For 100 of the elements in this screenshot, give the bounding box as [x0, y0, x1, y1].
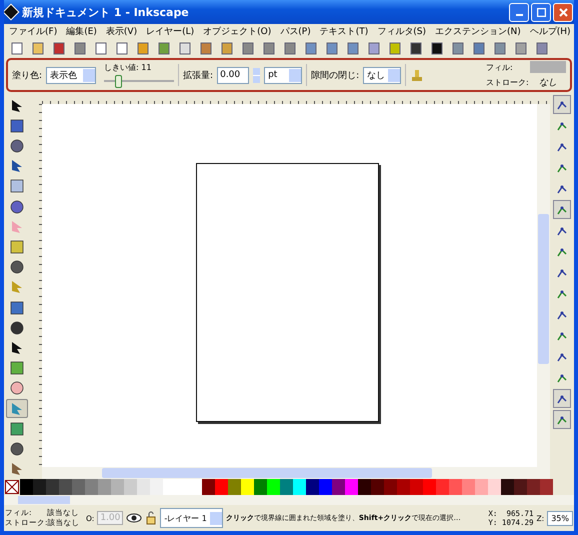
gaps-select[interactable]: なし	[363, 66, 402, 84]
menu-item[interactable]: フィルタ(S)	[377, 25, 426, 38]
snap-button[interactable]	[553, 95, 571, 114]
node-icon	[556, 162, 568, 174]
node-icon	[556, 98, 568, 110]
gaps-label: 隙間の閉じ:	[311, 70, 360, 82]
menu-item[interactable]: レイヤー(L)	[146, 25, 194, 38]
color-swatch[interactable]	[371, 479, 384, 495]
circle-icon	[9, 198, 25, 215]
color-swatch[interactable]	[449, 479, 462, 495]
unit-select[interactable]: pt	[264, 66, 302, 84]
color-swatch[interactable]	[358, 479, 371, 495]
node-icon	[556, 372, 568, 384]
color-swatch[interactable]	[267, 479, 280, 495]
color-swatch[interactable]	[124, 479, 137, 495]
color-swatch[interactable]	[241, 479, 254, 495]
lock-icon[interactable]	[145, 511, 158, 525]
color-swatch[interactable]	[345, 479, 358, 495]
color-swatch[interactable]	[20, 479, 33, 495]
eye-icon[interactable]	[126, 512, 142, 524]
window-title: 新規ドキュメント 1 - Inkscape	[22, 4, 190, 20]
minimize-button[interactable]	[509, 2, 529, 22]
palette-scrollbar[interactable]	[4, 495, 574, 505]
snap-button[interactable]	[553, 389, 571, 408]
no-color-swatch[interactable]	[4, 479, 20, 495]
square-icon	[9, 360, 25, 376]
snap-button[interactable]	[553, 410, 571, 429]
style-stroke-label: ストローク:	[486, 77, 530, 88]
color-swatch[interactable]	[306, 479, 319, 495]
color-swatch[interactable]	[423, 479, 436, 495]
color-swatch[interactable]	[332, 479, 345, 495]
color-swatch[interactable]	[280, 479, 293, 495]
menu-item[interactable]: パス(P)	[280, 25, 311, 38]
menu-item[interactable]: ヘルプ(H)	[530, 25, 571, 38]
maximize-icon	[536, 8, 546, 16]
color-swatch[interactable]	[397, 479, 410, 495]
color-swatch[interactable]	[202, 479, 215, 495]
color-swatch[interactable]	[150, 479, 163, 495]
node-icon	[556, 308, 568, 320]
color-swatch[interactable]	[410, 479, 423, 495]
menu-item[interactable]: テキスト(T)	[320, 25, 368, 38]
circle-icon	[9, 380, 25, 396]
slider-thumb[interactable]	[114, 75, 122, 88]
node-icon	[556, 392, 568, 404]
node-icon	[556, 266, 568, 278]
color-swatch[interactable]	[33, 479, 46, 495]
menu-item[interactable]: 表示(V)	[106, 25, 138, 38]
circle-icon	[9, 138, 25, 154]
fill-swatch	[530, 61, 566, 73]
stroke-value: なし	[538, 77, 558, 89]
node-icon	[556, 120, 568, 132]
color-swatch[interactable]	[111, 479, 124, 495]
close-icon	[558, 8, 568, 16]
color-swatch[interactable]	[72, 479, 85, 495]
color-swatch[interactable]	[501, 479, 514, 495]
close-button[interactable]	[553, 2, 573, 22]
snap-button[interactable]	[553, 200, 571, 219]
menu-item[interactable]: オブジェクト(O)	[203, 25, 272, 38]
horizontal-scrollbar[interactable]	[42, 467, 550, 479]
menu-item[interactable]: 編集(E)	[66, 25, 97, 38]
fill-label: 塗り色:	[12, 70, 42, 82]
node-icon	[556, 330, 568, 342]
fill-select[interactable]: 表示色	[46, 66, 96, 84]
color-swatch[interactable]	[98, 479, 111, 495]
grow-field[interactable]: 0.00	[217, 66, 250, 84]
layer-select[interactable]: -レイヤー 1	[160, 508, 223, 528]
vertical-scrollbar[interactable]	[537, 104, 550, 467]
color-swatch[interactable]	[384, 479, 397, 495]
color-swatch[interactable]	[189, 479, 202, 495]
node-icon	[556, 350, 568, 362]
color-swatch[interactable]	[514, 479, 527, 495]
node-icon	[556, 414, 568, 426]
color-swatch[interactable]	[527, 479, 540, 495]
color-swatch[interactable]	[85, 479, 98, 495]
square-icon	[9, 300, 25, 316]
color-swatch[interactable]	[488, 479, 501, 495]
color-swatch[interactable]	[228, 479, 241, 495]
square-icon	[9, 118, 25, 134]
circle-icon	[9, 320, 25, 336]
zoom-field[interactable]: 35%	[547, 510, 573, 526]
color-swatch[interactable]	[462, 479, 475, 495]
color-swatch[interactable]	[436, 479, 449, 495]
color-swatch[interactable]	[46, 479, 59, 495]
color-swatch[interactable]	[215, 479, 228, 495]
square-icon	[9, 239, 25, 256]
color-swatch[interactable]	[475, 479, 488, 495]
color-swatch[interactable]	[319, 479, 332, 495]
color-swatch[interactable]	[59, 479, 72, 495]
node-icon	[556, 224, 568, 236]
color-swatch[interactable]	[137, 479, 150, 495]
color-swatch[interactable]	[540, 479, 553, 495]
menu-item[interactable]: ファイル(F)	[9, 25, 58, 38]
node-icon	[556, 182, 568, 194]
color-swatch[interactable]	[293, 479, 306, 495]
style-fill-label: フィル:	[486, 62, 514, 72]
maximize-button[interactable]	[531, 2, 551, 22]
menu-item[interactable]: エクステンション(N)	[435, 25, 521, 38]
minimize-icon	[516, 14, 522, 16]
color-swatch[interactable]	[163, 479, 176, 495]
color-swatch[interactable]	[254, 479, 267, 495]
